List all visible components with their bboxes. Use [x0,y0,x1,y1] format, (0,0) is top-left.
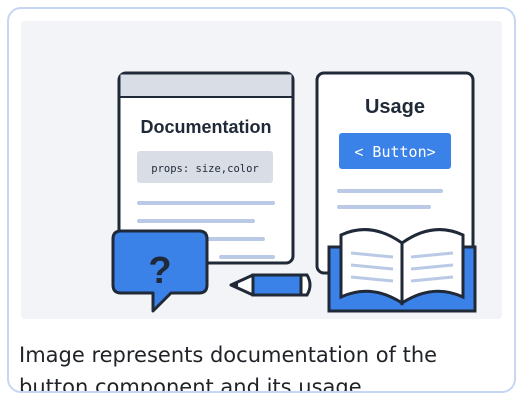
caption-line-2: button component and its usage. [19,375,369,393]
usage-title: Usage [365,96,425,118]
caption-line-1: Image represents documentation of the [19,343,438,367]
doc-code-snippet: props: size,color [151,163,258,175]
doc-title: Documentation [140,117,271,137]
question-mark: ? [148,250,171,292]
documentation-illustration: Documentation props: size,color Usage < … [21,21,502,319]
pencil-icon [229,273,312,297]
image-card: Documentation props: size,color Usage < … [7,7,516,393]
illustration-svg: Documentation props: size,color Usage < … [111,71,477,313]
open-book-icon [327,228,477,313]
image-caption: Image represents documentation of the bu… [19,339,509,393]
usage-button-sample: < Button> [354,143,435,161]
